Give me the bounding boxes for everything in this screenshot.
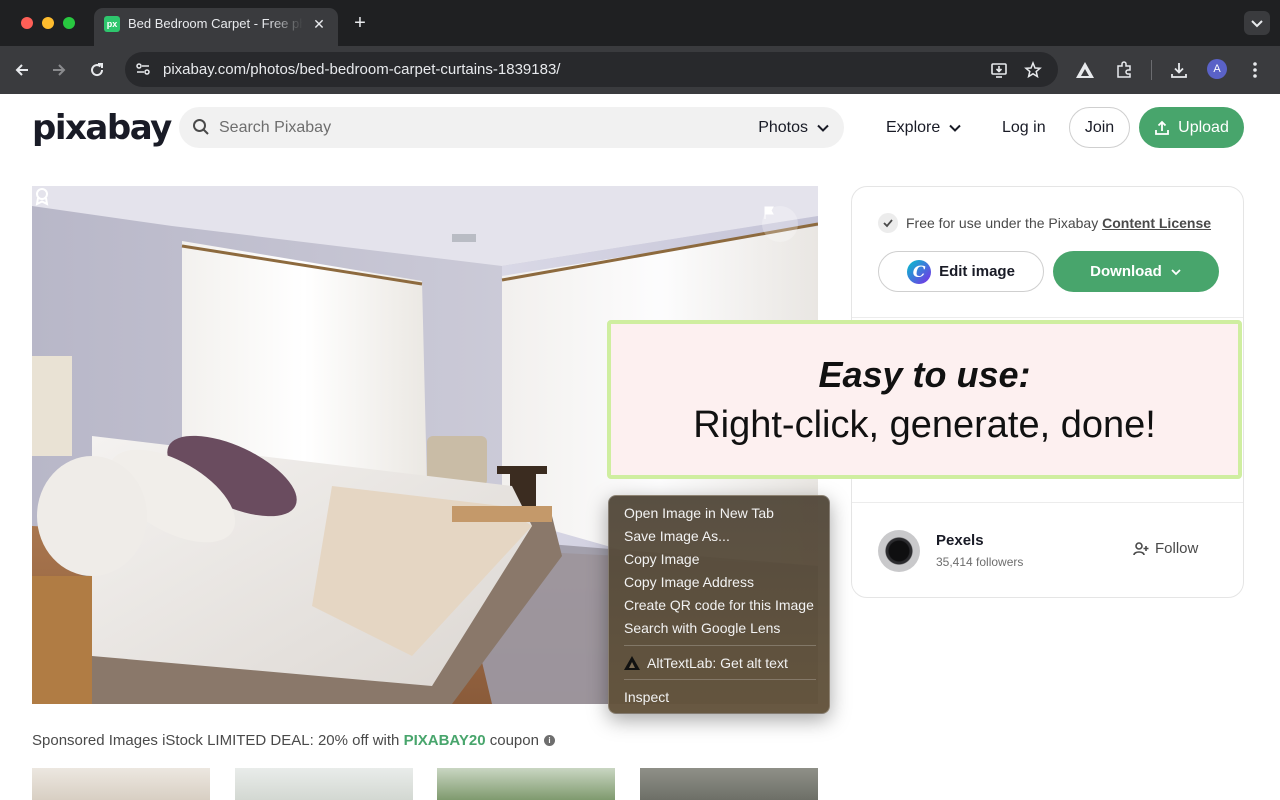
menu-separator: [624, 679, 816, 680]
menu-item-create-qr-code[interactable]: Create QR code for this Image: [624, 596, 814, 614]
menu-separator: [624, 645, 816, 646]
sponsored-thumbnail[interactable]: [32, 768, 210, 800]
banner-headline: Easy to use:: [818, 354, 1031, 395]
context-menu: Open Image in New Tab Save Image As... C…: [608, 495, 830, 714]
reload-icon[interactable]: [85, 58, 109, 82]
canva-logo-icon: C: [907, 259, 932, 284]
chevron-down-icon: [949, 124, 961, 132]
banner-subline: Right-click, generate, done!: [693, 404, 1156, 446]
author-avatar[interactable]: [878, 530, 920, 572]
minimize-window-button[interactable]: [42, 17, 54, 29]
check-icon: [878, 213, 898, 233]
alttextlab-label: AltTextLab: Get alt text: [647, 655, 788, 671]
panel-divider: [852, 317, 1243, 318]
site-info-icon[interactable]: [133, 59, 153, 79]
follow-button[interactable]: Follow: [1133, 540, 1198, 557]
media-type-dropdown[interactable]: Photos: [758, 107, 830, 148]
info-icon[interactable]: i: [543, 735, 555, 746]
report-flag-icon[interactable]: [762, 206, 798, 242]
sponsored-suffix: coupon: [485, 732, 539, 749]
menu-item-open-image-new-tab[interactable]: Open Image in New Tab: [624, 504, 774, 522]
sponsored-thumbnail[interactable]: [235, 768, 413, 800]
alttextlab-extension-icon[interactable]: [1073, 58, 1097, 82]
search-icon[interactable]: [192, 118, 210, 136]
tab-title: Bed Bedroom Carpet - Free photo on Pixab…: [128, 16, 303, 31]
menu-item-search-google-lens[interactable]: Search with Google Lens: [624, 619, 780, 637]
media-type-label: Photos: [758, 118, 808, 136]
explore-menu[interactable]: Explore: [886, 107, 962, 148]
browser-tab-bar: px Bed Bedroom Carpet - Free photo on Pi…: [0, 0, 1280, 46]
new-tab-button[interactable]: +: [349, 12, 371, 34]
license-text: Free for use under the Pixabay: [906, 215, 1103, 231]
address-bar[interactable]: pixabay.com/photos/bed-bedroom-carpet-cu…: [125, 52, 1058, 87]
upload-icon: [1155, 120, 1170, 135]
coupon-code[interactable]: PIXABAY20: [404, 732, 486, 749]
download-button[interactable]: Download: [1053, 251, 1219, 292]
author-followers: 35,414 followers: [936, 555, 1024, 569]
login-link[interactable]: Log in: [1002, 107, 1046, 148]
explore-label: Explore: [886, 118, 941, 136]
browser-tab[interactable]: px Bed Bedroom Carpet - Free photo on Pi…: [94, 8, 338, 46]
alttextlab-icon: [624, 656, 640, 670]
browser-toolbar: pixabay.com/photos/bed-bedroom-carpet-cu…: [0, 46, 1280, 94]
author-name[interactable]: Pexels: [936, 532, 984, 549]
toolbar-separator: [1151, 60, 1152, 80]
follow-label: Follow: [1155, 540, 1199, 557]
edit-image-button[interactable]: C Edit image: [878, 251, 1044, 292]
license-notice: Free for use under the Pixabay Content L…: [878, 213, 1211, 233]
sponsored-thumbnail[interactable]: [437, 768, 615, 800]
url-text[interactable]: pixabay.com/photos/bed-bedroom-carpet-cu…: [163, 61, 560, 79]
menu-item-copy-image-address[interactable]: Copy Image Address: [624, 573, 754, 591]
chevron-down-icon: [1251, 20, 1263, 28]
award-badge-icon: [35, 188, 49, 206]
bookmark-star-icon[interactable]: [1022, 59, 1044, 81]
forward-icon[interactable]: [47, 58, 71, 82]
install-icon[interactable]: [988, 59, 1010, 81]
search-input[interactable]: [219, 107, 739, 148]
chevron-down-icon: [817, 124, 829, 132]
add-user-icon: [1133, 541, 1149, 555]
content-license-link[interactable]: Content License: [1102, 215, 1211, 231]
back-icon[interactable]: [10, 58, 34, 82]
upload-button[interactable]: Upload: [1139, 107, 1244, 148]
profile-avatar[interactable]: A: [1207, 59, 1227, 79]
pixabay-favicon-icon: px: [104, 16, 120, 32]
edit-image-label: Edit image: [939, 263, 1015, 280]
close-window-button[interactable]: [21, 17, 33, 29]
sponsored-notice: Sponsored Images iStock LIMITED DEAL: 20…: [32, 732, 555, 749]
tab-search-button[interactable]: [1244, 11, 1270, 35]
extensions-icon[interactable]: [1112, 58, 1136, 82]
maximize-window-button[interactable]: [63, 17, 75, 29]
promo-banner: Easy to use: Right-click, generate, done…: [607, 320, 1242, 479]
sponsored-thumbnail[interactable]: [640, 768, 818, 800]
upload-label: Upload: [1178, 118, 1229, 136]
download-label: Download: [1090, 263, 1162, 280]
downloads-icon[interactable]: [1167, 58, 1191, 82]
search-bar: Photos: [179, 107, 844, 148]
menu-item-save-image-as[interactable]: Save Image As...: [624, 527, 730, 545]
chevron-down-icon: [1171, 268, 1181, 275]
pixabay-logo[interactable]: pixabay: [32, 108, 172, 148]
menu-item-inspect[interactable]: Inspect: [624, 688, 669, 706]
menu-item-copy-image[interactable]: Copy Image: [624, 550, 699, 568]
sponsored-text: Sponsored Images iStock LIMITED DEAL: 20…: [32, 732, 404, 749]
more-menu-icon[interactable]: [1243, 58, 1267, 82]
tab-close-icon[interactable]: ✕: [310, 15, 328, 33]
panel-divider: [852, 502, 1243, 503]
join-button[interactable]: Join: [1069, 107, 1130, 148]
menu-item-alttextlab[interactable]: AltTextLab: Get alt text: [624, 654, 788, 672]
